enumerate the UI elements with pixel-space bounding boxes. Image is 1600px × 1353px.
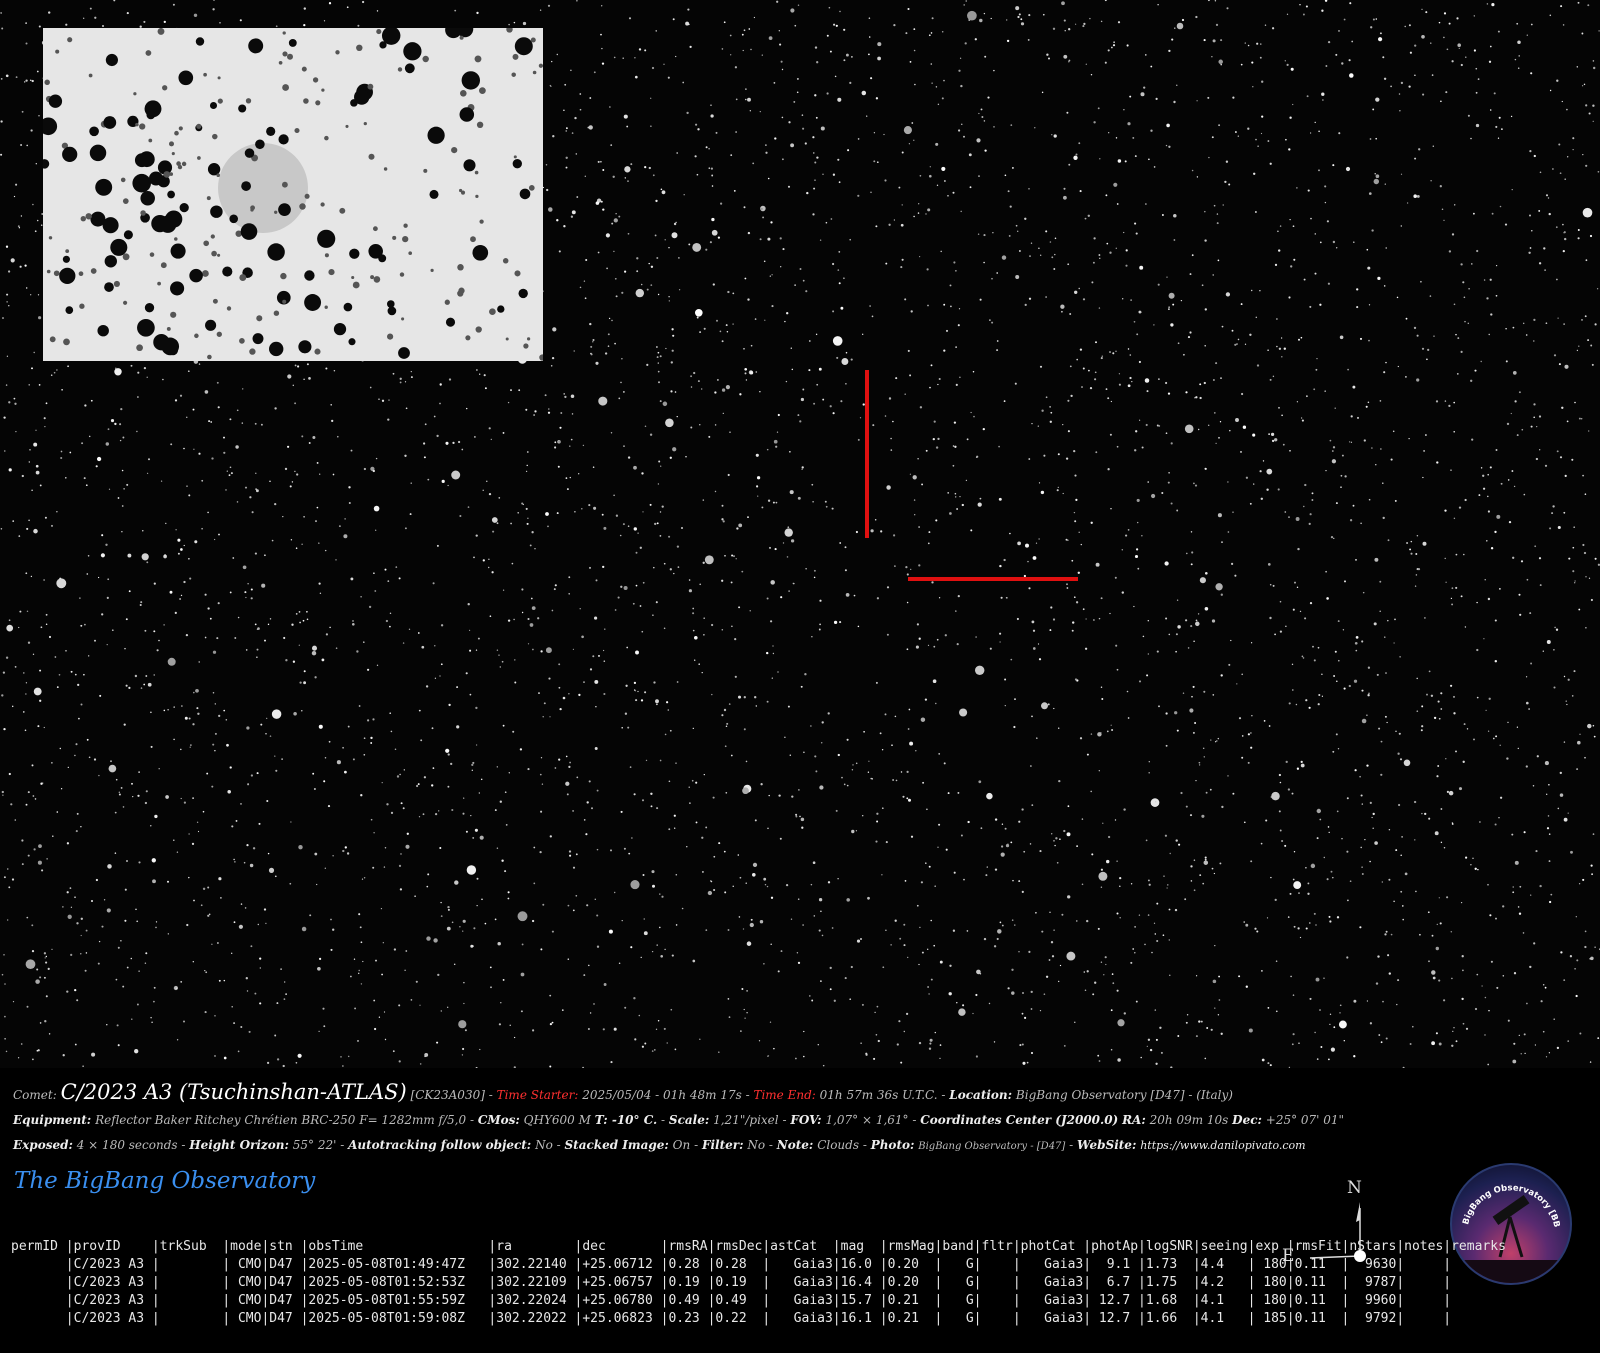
astrometry-table: permID |provID |trkSub |mode|stn |obsTim… <box>11 1238 1506 1328</box>
location-value: BigBang Observatory [D47] - (Italy) <box>1015 1088 1233 1102</box>
autotracking-label: Autotracking follow object: <box>348 1138 532 1152</box>
time-starter-label: Time Starter: <box>496 1088 579 1102</box>
stacked-value: On <box>672 1138 691 1152</box>
photo-value: BigBang Observatory - [D47] <box>918 1141 1066 1152</box>
comet-inset-image <box>43 28 543 361</box>
table-row: |C/2023 A3 | | CMO|D47 |2025-05-08T01:52… <box>11 1275 1452 1290</box>
ra-value: 20h 09m 10s <box>1149 1113 1229 1127</box>
astrometry-table-header: permID |provID |trkSub |mode|stn |obsTim… <box>11 1239 1506 1254</box>
equipment-label: Equipment: <box>13 1113 92 1127</box>
caption-line-1: Comet: C/2023 A3 (Tsuchinshan-ATLAS) [CK… <box>13 1080 1233 1104</box>
exposed-label: Exposed: <box>13 1138 73 1152</box>
cmos-value: QHY600 M <box>523 1113 591 1127</box>
stacked-label: Stacked Image: <box>564 1138 669 1152</box>
caption-line-2: Equipment: Reflector Baker Ritchey Chrét… <box>13 1113 1345 1127</box>
comet-name: C/2023 A3 (Tsuchinshan-ATLAS) <box>60 1080 407 1104</box>
comet-label: Comet: <box>13 1088 57 1102</box>
cmos-label: CMos: <box>477 1113 520 1127</box>
height-value: 55° 22' <box>292 1138 337 1152</box>
table-row: |C/2023 A3 | | CMO|D47 |2025-05-08T01:49… <box>11 1257 1452 1272</box>
fov-value: 1,07° × 1,61° <box>825 1113 909 1127</box>
dec-label: Dec: <box>1232 1113 1262 1127</box>
ra-label: RA: <box>1122 1113 1146 1127</box>
scale-label: Scale: <box>668 1113 710 1127</box>
caption-panel: Comet: C/2023 A3 (Tsuchinshan-ATLAS) [CK… <box>0 1068 1600 1353</box>
dec-value: +25° 07' 01" <box>1265 1113 1345 1127</box>
website-label: WebSite: <box>1077 1138 1137 1152</box>
height-label: Height Orizon: <box>189 1138 289 1152</box>
table-row: |C/2023 A3 | | CMO|D47 |2025-05-08T01:55… <box>11 1293 1452 1308</box>
equipment-value: Reflector Baker Ritchey Chrétien BRC-250… <box>95 1113 467 1127</box>
time-end-label: Time End: <box>753 1088 816 1102</box>
coords-label: Coordinates Center (J2000.0) <box>920 1113 1119 1127</box>
filter-label: Filter: <box>701 1138 744 1152</box>
inset-stars-layer <box>43 28 543 361</box>
observatory-brand-title: The BigBang Observatory <box>14 1168 316 1194</box>
autotracking-value: No <box>535 1138 553 1152</box>
note-value: Clouds <box>817 1138 859 1152</box>
caption-line-3: Exposed: 4 × 180 seconds - Height Orizon… <box>13 1138 1306 1152</box>
temperature-value: T: -10° C. <box>594 1113 658 1127</box>
location-label: Location: <box>949 1088 1013 1102</box>
fov-label: FOV: <box>790 1113 822 1127</box>
comet-marker-horizontal <box>908 577 1078 581</box>
filter-value: No <box>747 1138 766 1152</box>
note-label: Note: <box>776 1138 814 1152</box>
website-value: https://www.danilopivato.com <box>1140 1139 1306 1152</box>
table-row: |C/2023 A3 | | CMO|D47 |2025-05-08T01:59… <box>11 1311 1452 1326</box>
comet-marker-vertical <box>865 370 869 538</box>
photo-label: Photo: <box>870 1138 915 1152</box>
time-end-value: 01h 57m 36s U.T.C. <box>819 1088 938 1102</box>
time-starter-value: 2025/05/04 - 01h 48m 17s <box>582 1088 742 1102</box>
exposed-value: 4 × 180 seconds <box>76 1138 178 1152</box>
scale-value: 1,21"/pixel <box>713 1113 779 1127</box>
comet-code: [CK23A030] <box>410 1088 485 1102</box>
